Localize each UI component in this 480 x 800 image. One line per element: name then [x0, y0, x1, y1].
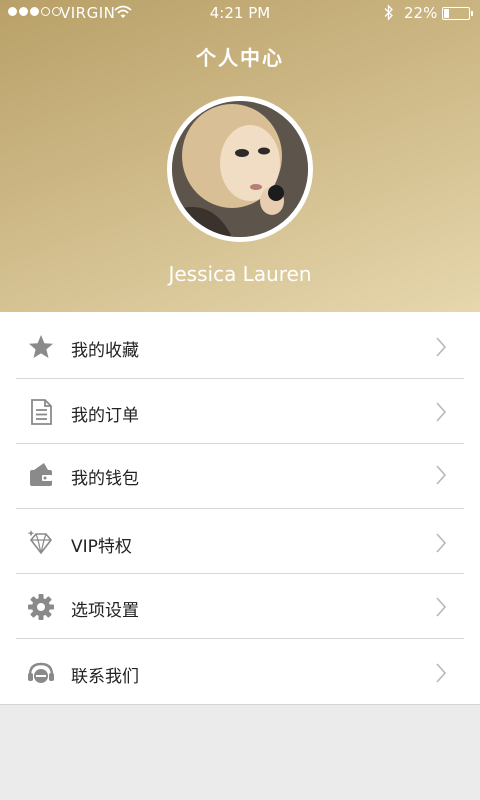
wallet-icon	[30, 463, 52, 486]
menu-item-label: 联系我们	[71, 667, 139, 687]
chevron-right-icon	[436, 337, 447, 357]
chevron-right-icon	[436, 533, 447, 553]
menu-list: 我的收藏 我的订单 我的钱包 VIP特权 选项设置 联系我们	[0, 312, 480, 705]
chevron-right-icon	[436, 402, 447, 422]
status-bar: VIRGIN 4:21 PM 22%	[0, 0, 480, 28]
battery-percent: 22%	[404, 4, 438, 22]
menu-item-settings[interactable]: 选项设置	[0, 574, 480, 639]
diamond-icon	[27, 530, 53, 555]
avatar[interactable]	[167, 96, 313, 242]
avatar-portrait-image	[172, 101, 308, 237]
user-name: Jessica Lauren	[168, 262, 312, 286]
menu-item-label: 我的钱包	[71, 469, 139, 489]
chevron-right-icon	[436, 465, 447, 485]
menu-bottom-border	[0, 704, 480, 705]
star-icon	[29, 335, 53, 358]
menu-item-label: 选项设置	[71, 601, 139, 621]
divider	[16, 508, 464, 509]
menu-item-label: 我的收藏	[71, 341, 139, 361]
menu-item-label: 我的订单	[71, 406, 139, 426]
menu-item-wallet[interactable]: 我的钱包	[0, 442, 480, 507]
battery-icon	[442, 7, 473, 20]
menu-item-vip[interactable]: VIP特权	[0, 510, 480, 575]
document-icon	[31, 399, 52, 425]
gear-icon	[28, 594, 54, 620]
menu-item-label: VIP特权	[71, 537, 132, 557]
battery-level	[444, 9, 449, 18]
profile-header: VIRGIN 4:21 PM 22% 个人中心 Jessica Lauren	[0, 0, 480, 312]
bluetooth-icon	[384, 4, 393, 21]
headset-icon	[28, 662, 54, 683]
divider	[16, 638, 464, 639]
menu-item-orders[interactable]: 我的订单	[0, 379, 480, 444]
page-title: 个人中心	[196, 46, 284, 70]
menu-item-contact[interactable]: 联系我们	[0, 640, 480, 705]
chevron-right-icon	[436, 663, 447, 683]
menu-item-favorites[interactable]: 我的收藏	[0, 314, 480, 379]
chevron-right-icon	[436, 597, 447, 617]
